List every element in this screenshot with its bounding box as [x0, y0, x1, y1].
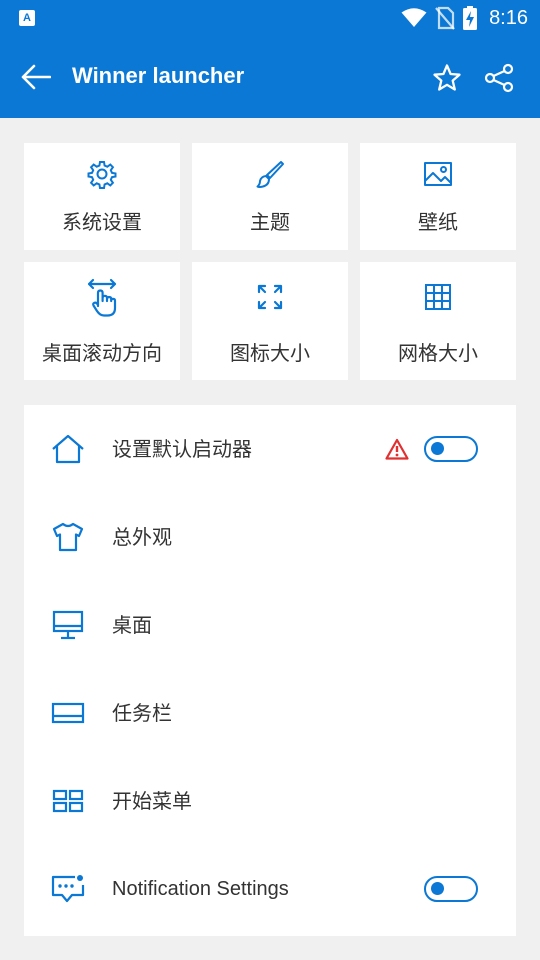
tile-theme[interactable]: 主题: [192, 143, 348, 250]
tile-label: 网格大小: [398, 341, 478, 365]
start-menu-icon: [52, 789, 84, 813]
tile-desktop-scroll-direction[interactable]: 桌面滚动方向: [24, 262, 180, 380]
share-button[interactable]: [479, 58, 519, 98]
swipe-hand-icon: [87, 278, 117, 317]
setting-label: 开始菜单: [112, 789, 192, 813]
toggle-knob: [431, 882, 444, 895]
setting-label: 桌面: [112, 613, 152, 637]
tile-label: 桌面滚动方向: [42, 341, 162, 365]
setting-row-desktop[interactable]: 桌面: [24, 581, 516, 669]
setting-row-start-menu[interactable]: 开始菜单: [24, 757, 516, 845]
setting-row-default-launcher[interactable]: 设置默认启动器: [24, 405, 516, 493]
star-icon: [433, 64, 461, 91]
warning-icon: [385, 438, 409, 460]
wifi-icon: [401, 8, 427, 27]
app-notification-icon: A: [19, 10, 35, 26]
tile-system-settings[interactable]: 系统设置: [24, 143, 180, 250]
tile-label: 图标大小: [230, 341, 310, 365]
app-bar: Winner launcher: [0, 36, 540, 118]
brush-icon: [256, 161, 284, 188]
share-icon: [484, 63, 514, 93]
tile-label: 壁纸: [418, 210, 458, 234]
home-icon: [52, 434, 84, 464]
grid-icon: [425, 284, 451, 310]
setting-label: Notification Settings: [112, 878, 289, 900]
toggle-knob: [431, 442, 444, 455]
settings-list: 设置默认启动器 总外观 桌面 任务栏 开始菜单 Notification Set…: [24, 405, 516, 936]
back-button[interactable]: [16, 57, 56, 97]
page-title: Winner launcher: [72, 63, 245, 88]
status-icons: 8:16: [401, 4, 528, 32]
setting-row-appearance[interactable]: 总外观: [24, 493, 516, 581]
favorite-button[interactable]: [427, 58, 467, 98]
setting-row-taskbar[interactable]: 任务栏: [24, 669, 516, 757]
tile-label: 主题: [250, 210, 290, 234]
status-bar: A 8:16: [0, 0, 540, 36]
taskbar-icon: [51, 702, 85, 724]
setting-row-notification-settings[interactable]: Notification Settings: [24, 845, 516, 933]
monitor-icon: [52, 610, 84, 640]
tile-icon-size[interactable]: 图标大小: [192, 262, 348, 380]
gear-icon: [87, 161, 117, 189]
default-launcher-toggle[interactable]: [424, 436, 478, 462]
setting-label: 设置默认启动器: [112, 437, 252, 461]
notification-chat-icon: [51, 875, 85, 903]
clock: 8:16: [489, 6, 528, 29]
setting-label: 任务栏: [112, 701, 172, 725]
image-icon: [424, 162, 452, 186]
tile-grid-size[interactable]: 网格大小: [360, 262, 516, 380]
expand-icon: [257, 284, 283, 310]
setting-label: 总外观: [112, 525, 172, 549]
no-sim-icon: [435, 6, 455, 30]
battery-charging-icon: [463, 6, 478, 30]
tile-wallpaper[interactable]: 壁纸: [360, 143, 516, 250]
notification-settings-toggle[interactable]: [424, 876, 478, 902]
shirt-icon: [52, 522, 84, 552]
tile-label: 系统设置: [62, 210, 142, 234]
arrow-left-icon: [21, 64, 51, 90]
